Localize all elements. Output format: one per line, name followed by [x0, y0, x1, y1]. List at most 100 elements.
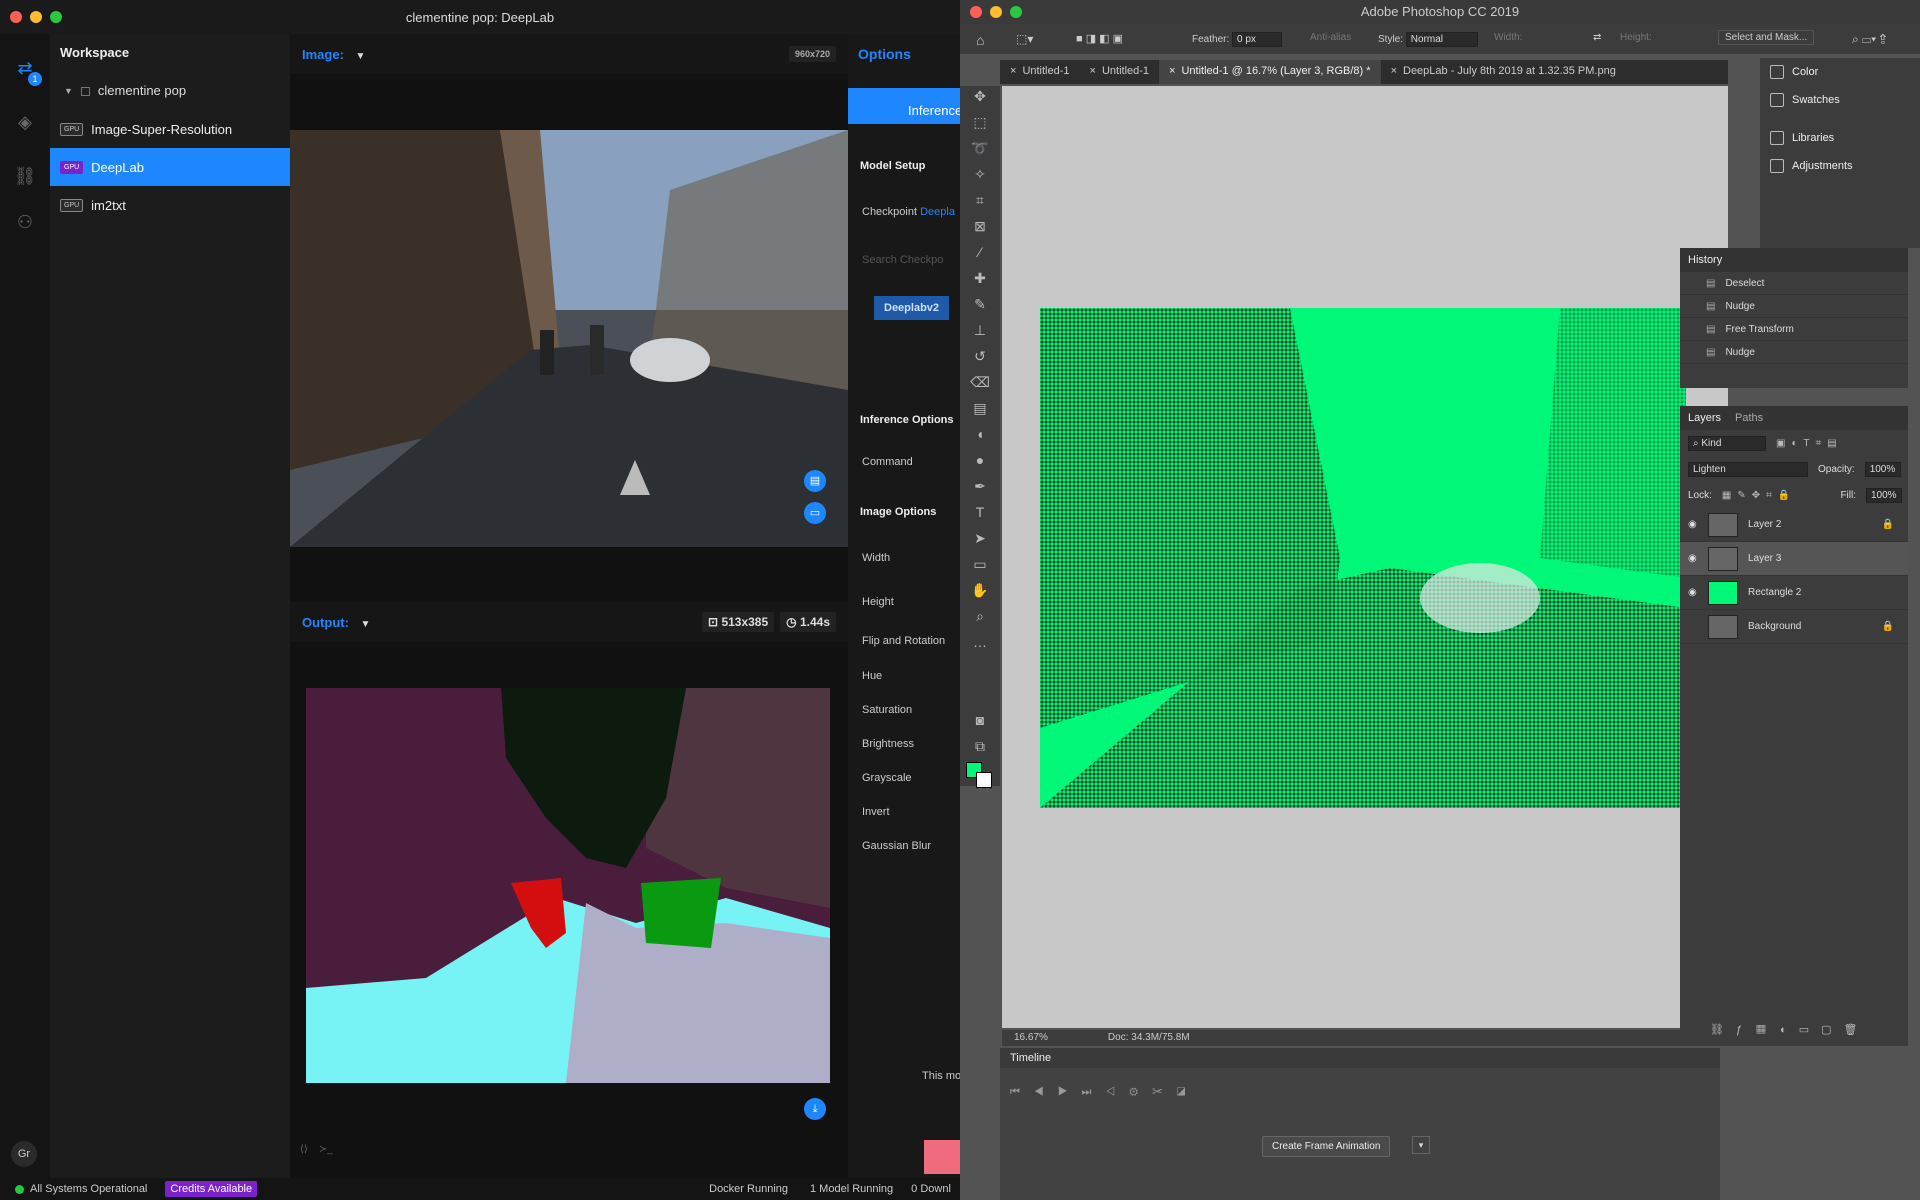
history-item[interactable]: ▤ Deselect: [1680, 272, 1908, 295]
download-icon[interactable]: ⤓: [804, 1098, 826, 1120]
eyedropper-icon[interactable]: ⁄: [970, 242, 990, 262]
crop-tool-icon[interactable]: ⌗: [970, 190, 990, 210]
tab-inference[interactable]: Inference: [848, 88, 960, 124]
move-tool-icon[interactable]: ✥: [970, 86, 990, 106]
blend-mode-select[interactable]: Lighten: [1688, 461, 1808, 477]
blur-icon[interactable]: ◖: [970, 424, 990, 444]
layer-actions[interactable]: ⛓ƒ◼◐▭▢🗑: [1710, 1023, 1869, 1036]
healing-icon[interactable]: ✚: [970, 268, 990, 288]
eye-icon[interactable]: ◉: [1688, 553, 1698, 564]
checkpoint-button[interactable]: Deeplabv2: [874, 296, 950, 320]
pen-icon[interactable]: ✒: [970, 476, 990, 496]
document-tab[interactable]: × Untitled-1: [1080, 60, 1160, 84]
background-color[interactable]: [976, 772, 992, 788]
zoom-tool-icon[interactable]: ⌕: [970, 606, 990, 626]
gradient-icon[interactable]: ▤: [970, 398, 990, 418]
close-icon[interactable]: ×: [1010, 65, 1016, 77]
screen-mode-icon[interactable]: ⧉: [970, 736, 990, 756]
selection-mode-icons[interactable]: ■ ◨ ◧ ▣: [1076, 32, 1123, 45]
document-tab[interactable]: × Untitled-1: [1000, 60, 1080, 84]
chevron-down-icon[interactable]: ▾: [1412, 1136, 1430, 1154]
marquee-icon[interactable]: ⬚▾: [1016, 32, 1033, 46]
model-item[interactable]: GPU im2txt: [50, 186, 290, 224]
panel-button[interactable]: Swatches: [1760, 86, 1920, 114]
layer-row[interactable]: Background 🔒: [1680, 610, 1908, 644]
filter-icons[interactable]: ▣◐T⌗▤: [1776, 438, 1843, 449]
history-item[interactable]: ▤ Free Transform: [1680, 318, 1908, 341]
brush-icon[interactable]: ✎: [970, 294, 990, 314]
layer-row[interactable]: ◉ Layer 2 🔒: [1680, 508, 1908, 542]
fill-input[interactable]: 100%: [1866, 487, 1902, 503]
code-toggle[interactable]: ⟨⟩ ≻_: [300, 1144, 333, 1155]
model-item[interactable]: GPU DeepLab: [50, 148, 290, 186]
dodge-icon[interactable]: ●: [970, 450, 990, 470]
tab-paths[interactable]: Paths: [1735, 412, 1763, 424]
model-item[interactable]: GPU Image-Super-Resolution: [50, 110, 290, 148]
project-row[interactable]: ▼ clementine pop: [50, 72, 290, 110]
document-tab[interactable]: × DeepLab - July 8th 2019 at 1.32.35 PM.p…: [1381, 60, 1626, 84]
minimize-button[interactable]: [30, 11, 42, 23]
create-frame-animation-button[interactable]: Create Frame Animation: [1262, 1136, 1391, 1157]
kind-select[interactable]: ⌕ Kind: [1688, 435, 1766, 451]
layers-icon[interactable]: ◈: [13, 110, 37, 134]
antialias-checkbox[interactable]: Anti-alias: [1310, 32, 1351, 43]
close-icon[interactable]: ×: [1391, 65, 1397, 77]
opacity-input[interactable]: 100%: [1864, 461, 1901, 477]
close-button[interactable]: [10, 11, 22, 23]
history-panel: History ▤ Deselect ▤ Nudge ▤ Free Transform ▤ N…: [1680, 248, 1908, 388]
ps-close-button[interactable]: [970, 6, 982, 18]
select-mask-button[interactable]: Select and Mask...: [1718, 30, 1815, 45]
marquee-tool-icon[interactable]: ⬚: [970, 112, 990, 132]
feather-input[interactable]: 0 px: [1232, 32, 1283, 47]
user-avatar[interactable]: Gr: [11, 1141, 37, 1167]
panel-button[interactable]: Color: [1760, 58, 1920, 86]
eye-icon[interactable]: ◉: [1688, 519, 1698, 530]
input-dropdown-icon[interactable]: ▼: [356, 51, 366, 62]
lasso-tool-icon[interactable]: ➰: [970, 138, 990, 158]
workspace-icons[interactable]: ⌕ ▭▾ ⇪: [1852, 32, 1886, 47]
network-icon[interactable]: ⚇: [13, 210, 37, 234]
run-button[interactable]: [924, 1140, 960, 1174]
link-icon[interactable]: ⛓: [13, 164, 37, 188]
ps-maximize-button[interactable]: [1010, 6, 1022, 18]
layer-row[interactable]: ◉ Layer 3: [1680, 542, 1908, 576]
path-select-icon[interactable]: ➤: [970, 528, 990, 548]
style-select[interactable]: Normal: [1405, 32, 1478, 47]
credits-badge[interactable]: Credits Available: [165, 1181, 258, 1197]
eye-icon[interactable]: ◉: [1688, 587, 1698, 598]
canvas-area[interactable]: [1002, 86, 1728, 1028]
type-tool-icon[interactable]: T: [970, 502, 990, 522]
history-item[interactable]: ▤ Nudge: [1680, 341, 1908, 364]
history-brush-icon[interactable]: ↺: [970, 346, 990, 366]
close-icon[interactable]: ×: [1090, 65, 1096, 77]
history-item[interactable]: ▤ Nudge: [1680, 295, 1908, 318]
panel-button[interactable]: Adjustments: [1760, 152, 1920, 180]
lock-icons[interactable]: ▦✎✥⌗🔒: [1722, 490, 1796, 501]
layer-row[interactable]: ◉ Rectangle 2: [1680, 576, 1908, 610]
output-dropdown-icon[interactable]: ▼: [361, 619, 371, 630]
folder-icon[interactable]: ▭: [804, 502, 826, 524]
home-icon[interactable]: ⌂: [976, 32, 984, 48]
rectangle-tool-icon[interactable]: ▭: [970, 554, 990, 574]
file-icon[interactable]: ▤: [804, 470, 826, 492]
document-canvas[interactable]: [1040, 308, 1686, 808]
timeline-controls[interactable]: ⏮◀▶⏭◁⚙✂◪: [1010, 1086, 1200, 1099]
hand-tool-icon[interactable]: ✋: [970, 580, 990, 600]
eraser-icon[interactable]: ⌫: [970, 372, 990, 392]
quick-mask-icon[interactable]: ◙: [970, 710, 990, 730]
frame-tool-icon[interactable]: ⊠: [970, 216, 990, 236]
stamp-icon[interactable]: ⊥: [970, 320, 990, 340]
panel-button[interactable]: Libraries: [1760, 124, 1920, 152]
checkpoint-search[interactable]: Search Checkpo: [862, 254, 943, 266]
chevron-down-icon[interactable]: ▼: [64, 72, 73, 110]
more-tools-icon[interactable]: …: [970, 632, 990, 652]
swap-icon[interactable]: ⇄: [1593, 32, 1601, 43]
zoom-level[interactable]: 16.67%: [1014, 1030, 1048, 1046]
close-icon[interactable]: ×: [1169, 65, 1175, 77]
ps-minimize-button[interactable]: [990, 6, 1002, 18]
tab-layers[interactable]: Layers: [1688, 412, 1721, 424]
magic-wand-icon[interactable]: ✧: [970, 164, 990, 184]
document-tab[interactable]: × Untitled-1 @ 16.7% (Layer 3, RGB/8) *: [1159, 60, 1381, 84]
checkpoint-value[interactable]: Deepla: [920, 206, 955, 218]
maximize-button[interactable]: [50, 11, 62, 23]
